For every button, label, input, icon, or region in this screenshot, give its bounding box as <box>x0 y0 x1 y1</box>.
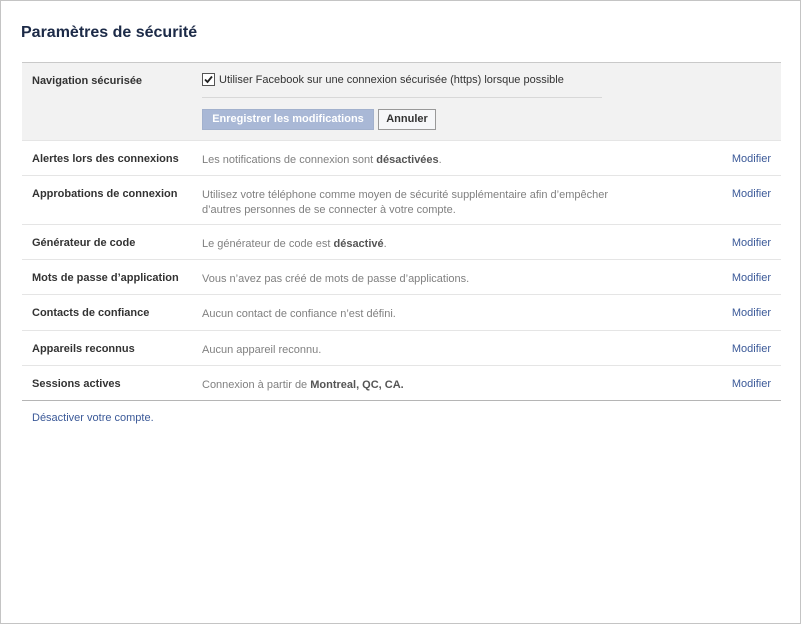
security-settings-list: Navigation sécurisée Utiliser Facebook s… <box>22 62 781 401</box>
setting-row-secure-browsing: Navigation sécurisée Utiliser Facebook s… <box>22 63 781 141</box>
setting-label: Sessions actives <box>32 378 121 390</box>
https-checkbox[interactable] <box>202 73 215 86</box>
edit-link-active-sessions[interactable]: Modifier <box>732 378 771 390</box>
save-changes-button[interactable]: Enregistrer les modifications <box>202 109 374 130</box>
setting-row-login-approvals: Approbations de connexion Utilisez votre… <box>22 176 781 225</box>
divider <box>202 97 602 98</box>
edit-link-trusted-contacts[interactable]: Modifier <box>732 307 771 319</box>
setting-description: Le générateur de code est désactivé. <box>202 238 387 250</box>
https-option[interactable]: Utiliser Facebook sur une connexion sécu… <box>202 73 564 86</box>
setting-row-trusted-contacts: Contacts de confiance Aucun contact de c… <box>22 295 781 331</box>
settings-panel: Paramètres de sécurité Navigation sécuri… <box>0 0 801 624</box>
setting-description: Aucun contact de confiance n’est défini. <box>202 308 396 320</box>
setting-row-recognized-devices: Appareils reconnus Aucun appareil reconn… <box>22 331 781 366</box>
checkmark-icon <box>204 75 213 84</box>
setting-row-active-sessions: Sessions actives Connexion à partir de M… <box>22 366 781 400</box>
setting-description: Utilisez votre téléphone comme moyen de … <box>202 189 608 216</box>
setting-label: Approbations de connexion <box>32 188 178 200</box>
edit-link-recognized-devices[interactable]: Modifier <box>732 343 771 355</box>
setting-row-code-generator: Générateur de code Le générateur de code… <box>22 225 781 260</box>
edit-link-login-alerts[interactable]: Modifier <box>732 153 771 165</box>
setting-row-login-alerts: Alertes lors des connexions Les notifica… <box>22 141 781 176</box>
setting-label: Navigation sécurisée <box>32 75 143 87</box>
edit-link-code-generator[interactable]: Modifier <box>732 237 771 249</box>
setting-label: Alertes lors des connexions <box>32 153 179 165</box>
setting-label: Mots de passe d’application <box>32 272 179 284</box>
setting-description: Aucun appareil reconnu. <box>202 344 322 356</box>
edit-link-login-approvals[interactable]: Modifier <box>732 188 771 200</box>
setting-label: Appareils reconnus <box>32 343 135 355</box>
setting-description: Les notifications de connexion sont désa… <box>202 154 442 166</box>
setting-row-app-passwords: Mots de passe d’application Vous n’avez … <box>22 260 781 295</box>
setting-label: Générateur de code <box>32 237 136 249</box>
setting-description: Vous n’avez pas créé de mots de passe d’… <box>202 273 470 285</box>
setting-description: Connexion à partir de Montreal, QC, CA. <box>202 379 404 391</box>
page-title: Paramètres de sécurité <box>21 24 198 41</box>
cancel-button[interactable]: Annuler <box>378 109 436 130</box>
setting-label: Contacts de confiance <box>32 307 150 319</box>
edit-link-app-passwords[interactable]: Modifier <box>732 272 771 284</box>
deactivate-account-link[interactable]: Désactiver votre compte. <box>32 412 154 424</box>
https-checkbox-label[interactable]: Utiliser Facebook sur une connexion sécu… <box>219 74 564 86</box>
